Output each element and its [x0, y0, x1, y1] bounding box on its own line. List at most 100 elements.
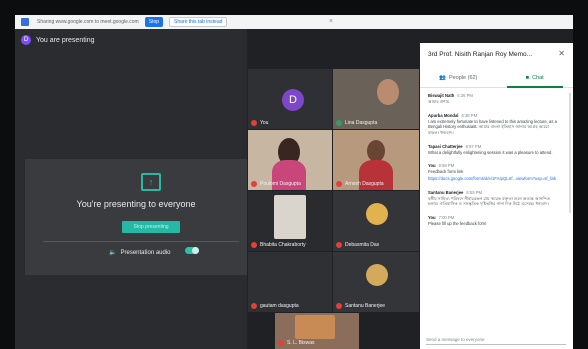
presenting-card: ↑ You're presenting to everyone Stop pre…: [25, 159, 247, 275]
mic-off-icon: [251, 303, 257, 309]
presenting-header: D You are presenting: [21, 35, 95, 45]
message-text: I am extremely fortunate to have listene…: [428, 118, 557, 136]
participant-tile[interactable]: Lina Dasgupta: [333, 69, 419, 129]
participant-name: You: [251, 120, 268, 126]
chat-message: You 7:00 PM Please fill up the feedback f…: [428, 215, 560, 227]
message-author: Santanu Banerjee: [428, 189, 464, 195]
participant-name-label: gautam dasgupta: [260, 303, 299, 309]
message-link[interactable]: https://docs.google.com/forms/d/e/1FAIpQ…: [428, 176, 560, 182]
screen-share-icon: [21, 18, 29, 26]
participant-name-label: Lina Dasgupta: [345, 120, 378, 126]
participant-name: Bhabita Chakraborty: [251, 242, 306, 248]
participant-name: Lina Dasgupta: [336, 120, 377, 126]
participant-video: [367, 140, 385, 162]
presentation-audio-label: Presentation audio: [120, 249, 171, 256]
participant-tile[interactable]: S. L. Biswas: [275, 313, 359, 349]
participant-tile[interactable]: Debasmita Das: [333, 191, 419, 251]
message-time: 7:00 PM: [438, 215, 455, 221]
chat-panel: 3rd Prof. Nisith Ranjan Roy Memo... ✕ 👥 …: [420, 43, 573, 349]
panel-tabs: 👥 People (62) ■ Chat: [420, 69, 573, 88]
presenting-status: You are presenting: [36, 36, 95, 44]
participant-name: Arnesh Dasgupta: [336, 181, 384, 187]
message-text: বঙ্গীয় সাহিত্য পরিষদে নীহাররঞ্জন রায় স…: [428, 195, 551, 207]
participant-tile[interactable]: D You: [248, 69, 332, 129]
participant-name-label: You: [260, 120, 269, 126]
message-author: Apurba Mondal: [428, 112, 459, 118]
participant-name-label: Bhabita Chakraborty: [260, 242, 306, 248]
participant-photo: [366, 203, 388, 225]
message-time: 6:59 PM: [466, 189, 482, 195]
participant-name: Santanu Banerjee: [336, 303, 385, 309]
participant-video: [377, 79, 399, 105]
mic-off-icon: [251, 242, 257, 248]
tab-chat-label: Chat: [532, 75, 544, 81]
chat-message: Santanu Banerjee 6:59 PM বঙ্গীয় সাহিত্য …: [428, 190, 560, 207]
message-text: Please fill up the feedback form: [428, 221, 487, 227]
chat-messages: Biswajit Nath 6:36 PM আমার প্রণাম Apurba …: [428, 93, 560, 235]
participant-tile[interactable]: Santanu Banerjee: [333, 252, 419, 312]
present-screen-icon: ↑: [141, 173, 161, 191]
participant-name-label: Arnesh Dasgupta: [345, 181, 384, 187]
mic-off-icon: [251, 120, 257, 126]
mic-off-icon: [278, 340, 284, 346]
speaker-icon: 🔈: [109, 250, 117, 256]
chat-message: Biswajit Nath 6:36 PM আমার প্রণাম: [428, 93, 560, 105]
laptop-bezel: Sharing www.google.com to meet.google.co…: [0, 0, 588, 349]
stop-presenting-button[interactable]: Stop presenting: [122, 221, 180, 233]
presentation-audio-toggle[interactable]: [185, 247, 199, 254]
close-icon[interactable]: ×: [329, 18, 333, 25]
participant-name-label: Debasmita Das: [345, 242, 380, 248]
message-author: Tapasi Chatterjee: [428, 143, 463, 149]
tab-people[interactable]: 👥 People (62): [420, 69, 497, 87]
participant-tile[interactable]: Poulomi Dasgupta: [248, 130, 332, 190]
screen-share-bar: Sharing www.google.com to meet.google.co…: [15, 15, 573, 29]
participant-name: S. L. Biswas: [278, 340, 315, 346]
screen: Sharing www.google.com to meet.google.co…: [15, 15, 573, 349]
presenting-title: You're presenting to everyone: [76, 199, 196, 209]
share-this-tab-button[interactable]: Share this tab instead: [169, 17, 228, 27]
message-author: Biswajit Nath: [428, 93, 455, 98]
message-time: 6:57 PM: [465, 143, 482, 149]
participant-tile[interactable]: gautam dasgupta: [248, 252, 332, 312]
stop-sharing-button[interactable]: Stop: [144, 17, 164, 27]
message-text: আমার প্রণাম: [428, 99, 450, 104]
mic-off-icon: [251, 181, 257, 187]
participant-photo: [366, 264, 388, 286]
mic-off-icon: [336, 242, 342, 248]
presentation-audio-row: 🔈 Presentation audio: [109, 249, 171, 257]
chat-message: Apurba Mondal 6:38 PM I am extremely fort…: [428, 113, 560, 136]
tab-chat[interactable]: ■ Chat: [497, 69, 574, 88]
close-icon[interactable]: ✕: [558, 49, 565, 58]
participant-name: Poulomi Dasgupta: [251, 181, 301, 187]
chat-input[interactable]: Send a message to everyone: [426, 334, 566, 345]
mic-icon: [336, 120, 342, 126]
message-author: You: [428, 215, 436, 221]
chat-scrollbar[interactable]: [569, 93, 571, 213]
mic-off-icon: [336, 303, 342, 309]
meet-window: D You are presenting ↑ You're presenting…: [15, 29, 573, 349]
mic-off-icon: [336, 181, 342, 187]
message-time: 6:59 PM: [438, 163, 455, 169]
participant-name: Debasmita Das: [336, 242, 379, 248]
tab-people-label: People (62): [448, 75, 478, 81]
message-text: Feedback form link: [428, 169, 464, 175]
message-text: What a delightfully enlightening session…: [428, 149, 553, 155]
message-time: 6:38 PM: [461, 112, 478, 118]
participant-name-label: S. L. Biswas: [287, 340, 315, 346]
chat-message: Tapasi Chatterjee 6:57 PM What a delightf…: [428, 144, 560, 156]
message-author: You: [428, 163, 436, 169]
participant-name: gautam dasgupta: [251, 303, 299, 309]
people-icon: 👥: [439, 75, 446, 81]
participant-video: [295, 315, 335, 339]
participant-tile[interactable]: Bhabita Chakraborty: [248, 191, 332, 251]
participant-tile[interactable]: Arnesh Dasgupta: [333, 130, 419, 190]
chat-message: You 6:59 PM Feedback form link https://do…: [428, 163, 560, 181]
avatar: D: [282, 89, 304, 111]
message-time: 6:36 PM: [457, 93, 473, 98]
divider: [43, 241, 239, 242]
participant-name-label: Santanu Banerjee: [345, 303, 386, 309]
avatar: D: [21, 35, 31, 45]
chat-icon: ■: [525, 75, 530, 81]
participant-video: [274, 195, 306, 239]
meeting-title: 3rd Prof. Nisith Ranjan Roy Memo...: [428, 51, 533, 58]
